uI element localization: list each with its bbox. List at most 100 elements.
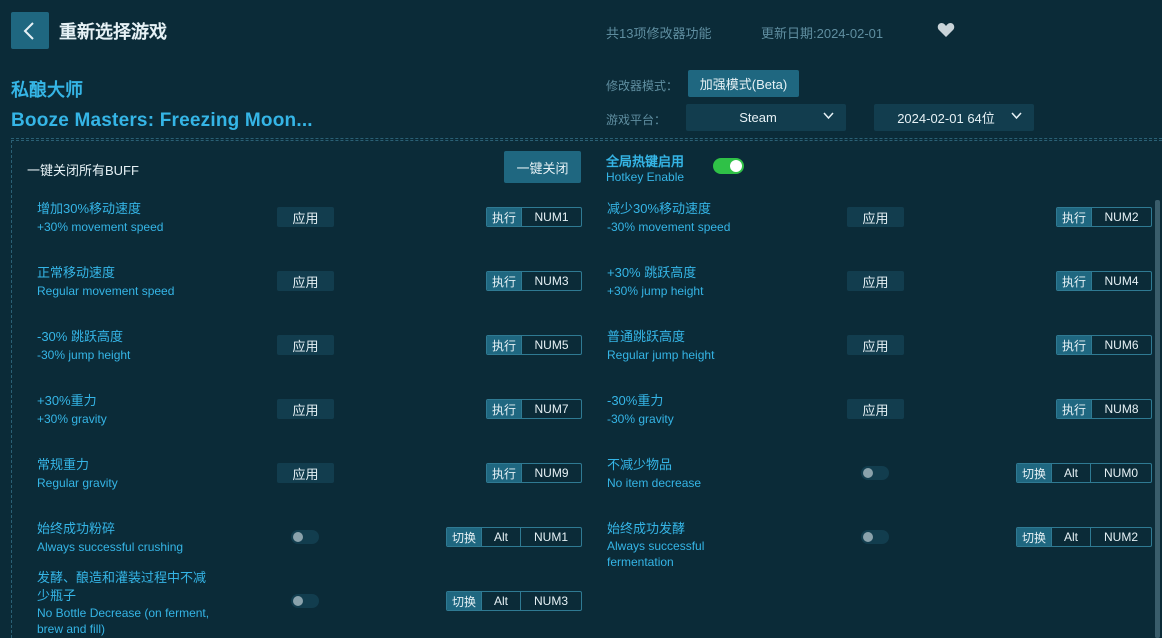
game-name-en: Booze Masters: Freezing Moon... [11, 110, 313, 131]
feature-label-en: +30% movement speed [37, 220, 164, 234]
apply-button[interactable]: 应用 [277, 399, 334, 419]
apply-button[interactable]: 应用 [847, 335, 904, 355]
hotkey-label-cn: 全局热键启用 [606, 154, 685, 169]
platform-label: 游戏平台： [606, 113, 667, 127]
apply-button[interactable]: 应用 [847, 207, 904, 227]
hotkey-group[interactable]: 执行 NUM6 [1056, 335, 1152, 355]
chevron-left-icon [23, 21, 34, 40]
feature-toggle[interactable] [861, 466, 889, 480]
execute-label: 执行 [487, 272, 521, 290]
hotkey-toggle[interactable] [713, 158, 744, 174]
feature-label-en: Always successful fermentation [607, 539, 705, 569]
feature-label-cn: 始终成功发酵 [607, 521, 686, 536]
alt-key-label: Alt [1051, 528, 1090, 546]
key-label: NUM7 [521, 400, 581, 418]
toggle-label: 切换 [1017, 464, 1051, 482]
feature-toggle[interactable] [861, 530, 889, 544]
feature-row: 减少30%移动速度 -30% movement speed 应用 执行 NUM2 [607, 201, 1152, 261]
version-dropdown[interactable]: 2024-02-01 64位 [874, 104, 1034, 131]
hotkey-group[interactable]: 执行 NUM4 [1056, 271, 1152, 291]
feature-row: 常规重力 Regular gravity 应用 执行 NUM9 [37, 457, 582, 517]
feature-row: +30% 跳跃高度 +30% jump height 应用 执行 NUM4 [607, 265, 1152, 325]
feature-row: 发酵、酿造和灌装过程中不减少瓶子 No Bottle Decrease (on f… [37, 569, 582, 636]
toggle-label: 切换 [447, 528, 481, 546]
execute-label: 执行 [1057, 208, 1091, 226]
execute-label: 执行 [487, 336, 521, 354]
platform-value: Steam [739, 110, 777, 125]
key-label: NUM3 [521, 272, 581, 290]
key-label: NUM4 [1091, 272, 1151, 290]
key-label: NUM0 [1090, 464, 1151, 482]
apply-button[interactable]: 应用 [277, 207, 334, 227]
key-label: NUM5 [521, 336, 581, 354]
apply-button[interactable]: 应用 [277, 463, 334, 483]
feature-row: -30%重力 -30% gravity 应用 执行 NUM8 [607, 393, 1152, 453]
chevron-down-icon [1011, 112, 1022, 120]
feature-toggle[interactable] [291, 530, 319, 544]
feature-row: 正常移动速度 Regular movement speed 应用 执行 NUM3 [37, 265, 582, 325]
feature-label-cn: 发酵、酿造和灌装过程中不减少瓶子 [37, 570, 207, 603]
back-button[interactable] [11, 12, 49, 49]
hotkey-group[interactable]: 执行 NUM9 [486, 463, 582, 483]
feature-label-en: No item decrease [607, 476, 702, 490]
scrollbar[interactable] [1155, 200, 1160, 638]
feature-label-en: +30% gravity [37, 412, 107, 426]
feature-label-cn: 增加30%移动速度 [37, 201, 142, 216]
hotkey-group[interactable]: 执行 NUM8 [1056, 399, 1152, 419]
hotkey-group[interactable]: 执行 NUM5 [486, 335, 582, 355]
hotkey-group[interactable]: 切换 Alt NUM1 [446, 527, 582, 547]
update-date: 更新日期:2024-02-01 [761, 26, 884, 41]
all-buff-label: 一键关闭所有BUFF [27, 163, 139, 178]
chevron-down-icon [823, 112, 834, 120]
version-value: 2024-02-01 64位 [897, 111, 995, 126]
feature-label-cn: -30% 跳跃高度 [37, 329, 123, 344]
hotkey-group[interactable]: 执行 NUM1 [486, 207, 582, 227]
page-title: 重新选择游戏 [59, 22, 167, 42]
feature-label-cn: 正常移动速度 [37, 265, 116, 280]
platform-dropdown[interactable]: Steam [686, 104, 846, 131]
apply-button[interactable]: 应用 [277, 335, 334, 355]
toggle-knob [863, 532, 873, 542]
key-label: NUM9 [521, 464, 581, 482]
apply-button[interactable]: 应用 [277, 271, 334, 291]
feature-label-en: Regular jump height [607, 348, 715, 362]
toggle-label: 切换 [1017, 528, 1051, 546]
execute-label: 执行 [1057, 272, 1091, 290]
hotkey-group[interactable]: 执行 NUM3 [486, 271, 582, 291]
apply-button[interactable]: 应用 [847, 399, 904, 419]
toggle-knob [293, 532, 303, 542]
toggle-knob [293, 596, 303, 606]
hotkey-group[interactable]: 切换 Alt NUM0 [1016, 463, 1152, 483]
toggle-knob [863, 468, 873, 478]
apply-button[interactable]: 应用 [847, 271, 904, 291]
feature-label-en: -30% gravity [607, 412, 674, 426]
key-label: NUM3 [520, 592, 581, 610]
feature-label-en: -30% jump height [37, 348, 131, 362]
feature-toggle[interactable] [291, 594, 319, 608]
feature-label-cn: 常规重力 [37, 457, 90, 472]
hotkey-group[interactable]: 执行 NUM2 [1056, 207, 1152, 227]
alt-key-label: Alt [481, 528, 520, 546]
execute-label: 执行 [487, 464, 521, 482]
hotkey-group[interactable]: 切换 Alt NUM3 [446, 591, 582, 611]
hotkey-group[interactable]: 切换 Alt NUM2 [1016, 527, 1152, 547]
heart-icon[interactable] [937, 22, 955, 38]
close-all-button[interactable]: 一键关闭 [504, 151, 581, 183]
feature-label-cn: +30%重力 [37, 393, 97, 408]
hotkey-group[interactable]: 执行 NUM7 [486, 399, 582, 419]
mode-badge[interactable]: 加强模式(Beta) [688, 70, 799, 97]
feature-count: 共13项修改器功能 [606, 26, 712, 41]
execute-label: 执行 [487, 400, 521, 418]
divider [11, 138, 1162, 139]
feature-label-cn: 减少30%移动速度 [607, 201, 712, 216]
game-name-cn: 私酿大师 [11, 80, 83, 100]
feature-row: 普通跳跃高度 Regular jump height 应用 执行 NUM6 [607, 329, 1152, 389]
feature-row: +30%重力 +30% gravity 应用 执行 NUM7 [37, 393, 582, 453]
key-label: NUM1 [520, 528, 581, 546]
key-label: NUM6 [1091, 336, 1151, 354]
feature-label-en: No Bottle Decrease (on ferment, brew and… [37, 606, 210, 636]
execute-label: 执行 [487, 208, 521, 226]
feature-label-cn: -30%重力 [607, 393, 664, 408]
key-label: NUM2 [1090, 528, 1151, 546]
key-label: NUM1 [521, 208, 581, 226]
